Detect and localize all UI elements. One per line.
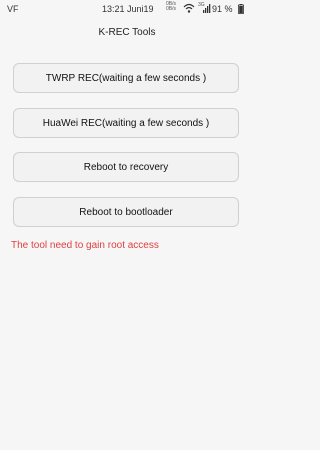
network-speed: 0B/s 0B/s bbox=[166, 2, 176, 12]
twrp-rec-button[interactable]: TWRP REC(waiting a few seconds ) bbox=[13, 63, 239, 93]
battery-percent: 91 % bbox=[212, 4, 233, 14]
signal-icon bbox=[203, 4, 211, 13]
root-access-warning: The tool need to gain root access bbox=[11, 240, 159, 251]
battery-icon bbox=[238, 4, 244, 14]
huawei-rec-button[interactable]: HuaWei REC(waiting a few seconds ) bbox=[13, 108, 239, 138]
app-title: K-REC Tools bbox=[98, 27, 156, 38]
wifi-icon bbox=[183, 3, 195, 13]
reboot-recovery-button[interactable]: Reboot to recovery bbox=[13, 152, 239, 182]
status-bar: VF 13:21 Juni19 0B/s 0B/s 3G 91 % bbox=[0, 0, 254, 18]
status-time: 13:21 Juni19 bbox=[102, 4, 154, 14]
carrier-name: VF bbox=[7, 4, 19, 14]
reboot-bootloader-button[interactable]: Reboot to bootloader bbox=[13, 197, 239, 227]
network-speed-down: 0B/s bbox=[166, 6, 177, 12]
